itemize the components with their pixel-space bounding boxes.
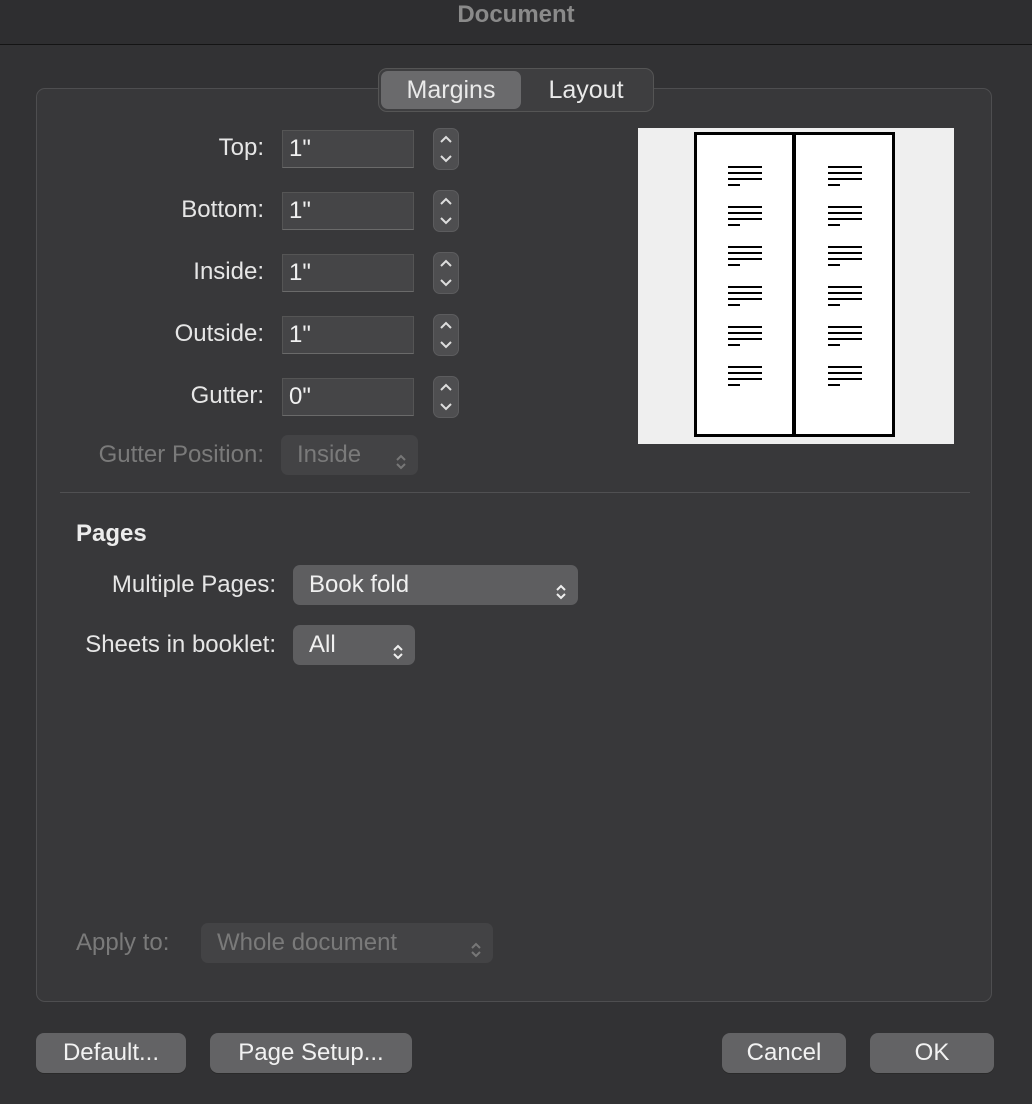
bottom-margin-stepper[interactable] xyxy=(433,190,459,232)
default-button[interactable]: Default... xyxy=(36,1033,186,1073)
bottom-margin-field[interactable]: 1" xyxy=(282,192,414,230)
cancel-button[interactable]: Cancel xyxy=(722,1033,846,1073)
tab-layout[interactable]: Layout xyxy=(521,71,651,109)
inside-label: Inside: xyxy=(193,258,264,285)
multiple-pages-popup[interactable]: Book fold xyxy=(293,565,578,605)
page-setup-button[interactable]: Page Setup... xyxy=(210,1033,412,1073)
gutter-label: Gutter: xyxy=(190,382,264,409)
chevron-down-icon[interactable] xyxy=(434,335,458,355)
updown-chevron-icon xyxy=(554,575,568,600)
gutter-position-label: Gutter Position: xyxy=(98,441,264,468)
inside-margin-stepper[interactable] xyxy=(433,252,459,294)
updown-chevron-icon xyxy=(391,635,405,660)
outside-margin-stepper[interactable] xyxy=(433,314,459,356)
chevron-up-icon[interactable] xyxy=(434,129,458,149)
top-margin-stepper[interactable] xyxy=(433,128,459,170)
apply-to-popup: Whole document xyxy=(201,923,493,963)
updown-chevron-icon xyxy=(469,933,483,958)
chevron-up-icon[interactable] xyxy=(434,253,458,273)
pages-section-title: Pages xyxy=(76,520,147,547)
apply-to-label: Apply to: xyxy=(76,929,170,956)
layout-preview xyxy=(638,128,954,444)
sheets-in-booklet-popup[interactable]: All xyxy=(293,625,415,665)
chevron-down-icon[interactable] xyxy=(434,149,458,169)
apply-to-value: Whole document xyxy=(217,929,398,956)
gutter-field[interactable]: 0" xyxy=(282,378,414,416)
book-fold-preview-graphic xyxy=(694,132,895,437)
gutter-stepper[interactable] xyxy=(433,376,459,418)
chevron-down-icon[interactable] xyxy=(434,273,458,293)
section-divider xyxy=(60,492,970,493)
chevron-up-icon[interactable] xyxy=(434,377,458,397)
inside-margin-field[interactable]: 1" xyxy=(282,254,414,292)
outside-margin-field[interactable]: 1" xyxy=(282,316,414,354)
outside-label: Outside: xyxy=(174,320,264,347)
tab-bar: Margins Layout xyxy=(378,68,654,112)
gutter-position-popup: Inside xyxy=(281,435,418,475)
chevron-up-icon[interactable] xyxy=(434,191,458,211)
multiple-pages-label: Multiple Pages: xyxy=(111,571,276,598)
gutter-position-value: Inside xyxy=(297,441,362,468)
top-margin-field[interactable]: 1" xyxy=(282,130,414,168)
sheets-in-booklet-value: All xyxy=(309,631,336,658)
chevron-down-icon[interactable] xyxy=(434,211,458,231)
chevron-down-icon[interactable] xyxy=(434,397,458,417)
ok-button[interactable]: OK xyxy=(870,1033,994,1073)
updown-chevron-icon xyxy=(394,445,408,470)
bottom-label: Bottom: xyxy=(181,196,264,223)
multiple-pages-value: Book fold xyxy=(309,571,410,598)
top-label: Top: xyxy=(218,134,264,161)
sheets-in-booklet-label: Sheets in booklet: xyxy=(85,631,276,658)
chevron-up-icon[interactable] xyxy=(434,315,458,335)
window-title: Document xyxy=(0,0,1032,45)
tab-margins[interactable]: Margins xyxy=(381,71,521,109)
